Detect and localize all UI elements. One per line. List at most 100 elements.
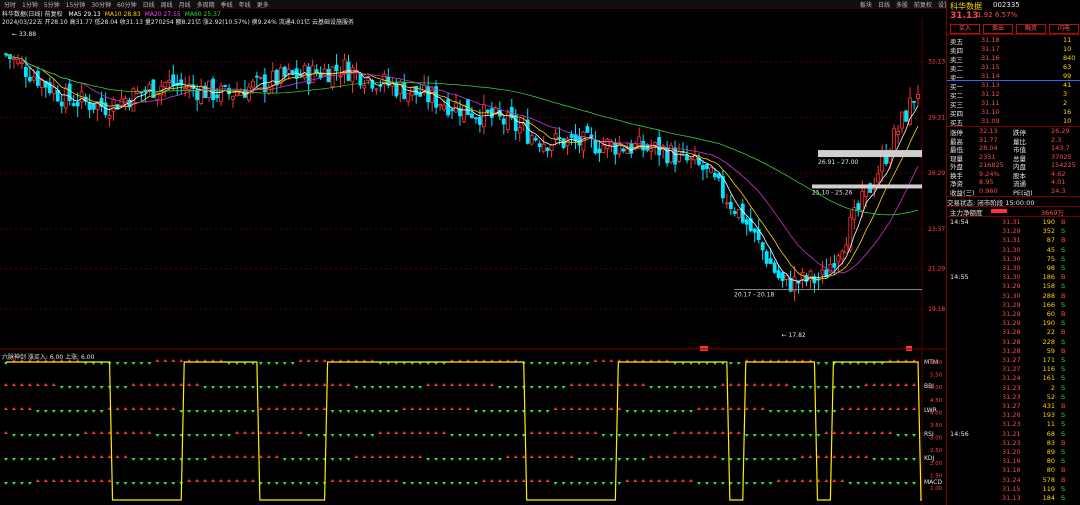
signal-arrow bbox=[59, 410, 64, 413]
candle-body bbox=[330, 66, 335, 87]
trade-button[interactable]: 卖出 bbox=[983, 24, 1013, 34]
tick-volume: 116 bbox=[1042, 365, 1055, 374]
signal-arrow bbox=[880, 482, 885, 485]
tick-side: B bbox=[1061, 475, 1066, 484]
tick-row: 31.24 161 S bbox=[947, 374, 1080, 383]
trade-button[interactable]: 闪电 bbox=[1049, 24, 1079, 34]
signal-arrow bbox=[434, 407, 439, 410]
signal-arrow bbox=[808, 479, 813, 482]
candle-body bbox=[478, 116, 482, 125]
signal-arrow bbox=[163, 458, 168, 461]
candle-body bbox=[450, 109, 454, 112]
signal-arrow bbox=[450, 458, 455, 461]
signal-arrow bbox=[250, 410, 255, 413]
tick-row: 31.27 171 S bbox=[947, 356, 1080, 365]
support-box bbox=[812, 184, 922, 189]
order-volume: 99 bbox=[1063, 72, 1072, 80]
tick-row: 31.13 184 S bbox=[947, 494, 1080, 503]
signal-arrow bbox=[561, 407, 566, 410]
signal-arrow bbox=[3, 383, 8, 386]
price-axis-label: 29.21 bbox=[928, 114, 945, 121]
signal-arrow bbox=[99, 431, 104, 434]
signal-arrow bbox=[505, 455, 510, 458]
tick-volume: 87 bbox=[1046, 236, 1055, 245]
signal-arrow bbox=[513, 455, 518, 458]
signal-arrow bbox=[91, 431, 96, 434]
signal-arrow bbox=[346, 410, 351, 413]
tick-side: S bbox=[1061, 392, 1066, 401]
tick-volume: 190 bbox=[1042, 218, 1055, 226]
signal-arrow bbox=[330, 458, 335, 461]
range-label: 20.17 - 20.18 bbox=[734, 292, 775, 299]
signal-arrow bbox=[864, 455, 869, 458]
signal-arrow bbox=[513, 386, 518, 389]
signal-arrow bbox=[370, 386, 375, 389]
signal-arrow bbox=[736, 458, 741, 461]
candle-body bbox=[39, 79, 44, 88]
signal-arrow bbox=[434, 431, 439, 434]
tick-row: 31.20 89 S bbox=[947, 448, 1080, 457]
signal-arrow bbox=[306, 482, 311, 485]
tick-side: S bbox=[1061, 282, 1066, 291]
signal-arrow bbox=[147, 431, 152, 434]
candle-body bbox=[513, 114, 518, 132]
candle-body bbox=[836, 255, 841, 263]
signal-arrow bbox=[465, 482, 470, 485]
signal-arrow bbox=[872, 407, 877, 410]
signal-arrow bbox=[912, 407, 917, 410]
tick-side: B bbox=[1061, 310, 1066, 318]
signal-arrow bbox=[649, 410, 654, 413]
signal-arrow bbox=[585, 362, 590, 365]
candle-body bbox=[235, 91, 239, 97]
candle-body bbox=[525, 119, 530, 144]
signal-arrow bbox=[219, 455, 224, 458]
signal-arrow bbox=[768, 458, 773, 461]
signal-arrow bbox=[848, 407, 853, 410]
signal-arrow bbox=[171, 407, 176, 410]
candle-body bbox=[406, 92, 411, 102]
trade-button[interactable]: 买入 bbox=[950, 24, 980, 34]
tick-side: B bbox=[1061, 328, 1066, 337]
signal-arrow bbox=[768, 383, 773, 386]
signal-arrow bbox=[402, 386, 407, 389]
candle-body bbox=[71, 103, 76, 106]
signal-arrow bbox=[489, 458, 494, 461]
tick-row: 31.16 80 S bbox=[947, 457, 1080, 466]
signal-arrow bbox=[258, 407, 263, 410]
tick-row: 31.28 59 B bbox=[947, 347, 1080, 356]
signal-arrow bbox=[290, 431, 295, 434]
signal-arrow bbox=[473, 434, 478, 437]
signal-arrow bbox=[242, 410, 247, 413]
tick-price: 31.24 bbox=[1002, 374, 1021, 383]
stat-value: 32.13 bbox=[979, 127, 998, 135]
signal-arrow bbox=[553, 431, 558, 434]
signal-arrow bbox=[720, 458, 725, 461]
candle-body bbox=[442, 104, 446, 110]
candle-body bbox=[426, 86, 431, 103]
signal-arrow bbox=[609, 383, 614, 386]
trade-button[interactable]: 融资 bbox=[1016, 24, 1046, 34]
tick-volume: 68 bbox=[1046, 429, 1055, 438]
signal-arrow bbox=[577, 482, 582, 485]
order-price: 31.16 bbox=[981, 54, 1000, 62]
signal-arrow bbox=[704, 482, 709, 485]
main-net-row: 主力净额度 3669万 bbox=[947, 207, 1080, 217]
candle-body bbox=[378, 84, 383, 87]
tick-time: 14:55 bbox=[950, 273, 969, 282]
tick-price: 31.30 bbox=[1002, 264, 1021, 272]
order-book-row: 买二 31.12 3 bbox=[947, 90, 1080, 100]
signal-arrow bbox=[625, 410, 630, 413]
tick-volume: 59 bbox=[1046, 346, 1055, 355]
chart-area[interactable]: 分时 1分钟 5分钟 15分钟 30分钟 60分钟 日线 周线 月线 多周期 季线 年线 更多 板块 日线多… bbox=[0, 0, 950, 505]
kline-chart[interactable]: 32.13 29.21 26.29 23.37 21.29 19.18 ← 33.88 ← 1… bbox=[0, 0, 946, 505]
signal-arrow bbox=[792, 410, 797, 413]
signal-arrow bbox=[298, 431, 303, 434]
signal-arrow bbox=[35, 479, 40, 482]
signal-arrow bbox=[824, 431, 829, 434]
signal-arrow bbox=[816, 410, 821, 413]
signal-arrow bbox=[338, 479, 343, 482]
signal-arrow bbox=[808, 455, 813, 458]
signal-arrow bbox=[489, 479, 494, 482]
signal-arrow bbox=[115, 386, 120, 389]
signal-arrow bbox=[840, 431, 845, 434]
